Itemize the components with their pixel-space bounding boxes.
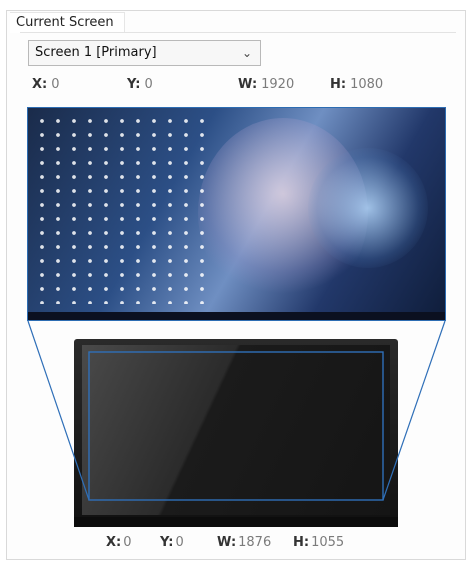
mapping-x-label: X:	[106, 535, 122, 550]
wallpaper-highlight-secondary	[308, 148, 428, 268]
mapping-w-value: 1876	[238, 535, 272, 550]
screen-y-label: Y:	[127, 77, 141, 92]
mapping-x: X: 0	[106, 535, 132, 550]
screen-h: H: 1080	[330, 77, 383, 92]
screen-select-value: Screen 1 [Primary]	[35, 45, 157, 60]
tablet-display	[74, 339, 398, 527]
screen-w: W: 1920	[238, 77, 294, 92]
mapping-h: H: 1055	[293, 535, 344, 550]
tablet-bezel	[74, 517, 398, 527]
screen-x-label: X:	[32, 77, 48, 92]
mapping-h-value: 1055	[311, 535, 345, 550]
screen-y-value: 0	[144, 77, 153, 92]
mapping-y: Y: 0	[160, 535, 184, 550]
mapping-w-label: W:	[217, 535, 237, 550]
mapping-w: W: 1876	[217, 535, 271, 550]
screen-h-value: 1080	[350, 77, 384, 92]
desktop-icons-grid	[34, 114, 204, 304]
screen-y: Y: 0	[127, 77, 153, 92]
chevron-down-icon[interactable]: ⌄	[242, 41, 252, 65]
screen-x: X: 0	[32, 77, 60, 92]
screen-w-label: W:	[238, 77, 258, 92]
screen-preview[interactable]	[27, 107, 446, 321]
group-title: Current Screen	[10, 12, 125, 33]
mapping-h-label: H:	[293, 535, 310, 550]
preview-taskbar	[28, 312, 445, 320]
mapping-y-value: 0	[175, 535, 184, 550]
screen-w-value: 1920	[261, 77, 295, 92]
tablet-screen	[82, 345, 390, 515]
group-divider	[20, 32, 456, 33]
mapping-x-value: 0	[123, 535, 132, 550]
screen-select[interactable]: Screen 1 [Primary] ⌄	[28, 40, 261, 66]
screen-h-label: H:	[330, 77, 347, 92]
screen-x-value: 0	[51, 77, 60, 92]
mapping-y-label: Y:	[160, 535, 174, 550]
